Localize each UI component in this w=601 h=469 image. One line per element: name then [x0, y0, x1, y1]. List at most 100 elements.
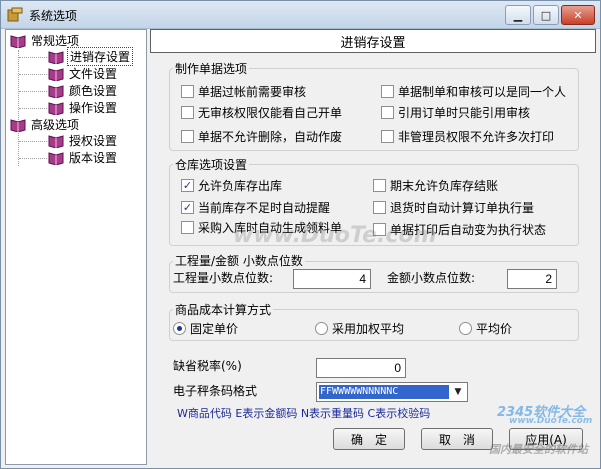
watermark-brand: 2345软件大全: [497, 405, 586, 420]
checkbox-audit-before-post[interactable]: 单据过帐前需要审核: [181, 83, 306, 100]
tree-item-label: 授权设置: [69, 134, 118, 148]
book-icon: [48, 151, 64, 165]
maximize-button[interactable]: □: [533, 5, 559, 25]
window-title: 系统选项: [29, 9, 78, 23]
close-icon: ✕: [573, 8, 583, 22]
checkbox-label: 期末允许负库存结账: [390, 179, 499, 193]
options-tree[interactable]: 常规选项 进销存设置 文件设置 颜色设置 操作设置 高级选项 授权设置 版本设置: [5, 29, 147, 465]
title-bar[interactable]: 系统选项 ▁ □ ✕: [1, 1, 600, 29]
app-icon: [7, 7, 23, 22]
tree-item-color[interactable]: 颜色设置: [48, 82, 119, 99]
checkbox-box: [381, 85, 394, 98]
tree-item-label: 进销存设置: [67, 47, 134, 66]
tree-item-version[interactable]: 版本设置: [48, 149, 119, 166]
cost-method-title: 商品成本计算方式: [173, 301, 274, 318]
checkbox-label: 单据过帐前需要审核: [198, 85, 307, 99]
checkbox-box: [181, 106, 194, 119]
cancel-button[interactable]: 取 消: [421, 428, 493, 450]
checkbox-low-stock-alert[interactable]: ✓ 当前库存不足时自动提醒: [181, 199, 330, 216]
checkbox-negative-stock-out[interactable]: ✓ 允许负库存出库: [181, 177, 282, 194]
checkbox-label: 无审核权限仅能看自己开单: [198, 106, 343, 120]
tree-group-advanced[interactable]: 高级选项: [10, 116, 81, 133]
checkbox-label: 引用订单时只能引用审核: [398, 106, 531, 120]
checkbox-label: 单据制单和审核可以是同一个人: [398, 85, 567, 99]
checkbox-own-only[interactable]: 无审核权限仅能看自己开单: [181, 104, 342, 121]
book-icon: [48, 101, 64, 115]
apply-button[interactable]: 应用(A): [509, 428, 583, 450]
tree-item-label: 文件设置: [69, 67, 118, 81]
qty-decimals-input[interactable]: [293, 269, 371, 289]
checkbox-label: 非管理员权限不允许多次打印: [398, 130, 555, 144]
checkbox-print-to-executed[interactable]: 单据打印后自动变为执行状态: [373, 221, 546, 238]
radio-circle: [315, 322, 328, 335]
tree-item-inventory[interactable]: 进销存设置: [48, 47, 134, 66]
checkbox-no-delete[interactable]: 单据不允许删除，自动作废: [181, 128, 342, 145]
tree-item-operation[interactable]: 操作设置: [48, 99, 119, 116]
checkbox-box: [181, 221, 194, 234]
book-icon: [48, 84, 64, 98]
checkbox-same-maker-auditor[interactable]: 单据制单和审核可以是同一个人: [381, 83, 566, 100]
book-icon: [48, 50, 64, 64]
doc-options-title: 制作单据选项: [173, 60, 250, 77]
checkbox-return-calc-order[interactable]: 退货时自动计算订单执行量: [373, 199, 534, 216]
checkbox-negative-period-close[interactable]: 期末允许负库存结账: [373, 177, 498, 194]
barcode-format-select[interactable]: FFWWWWWNNNNNC ▼: [316, 382, 468, 402]
radio-dot: [177, 326, 182, 331]
checkbox-label: 当前库存不足时自动提醒: [198, 201, 331, 215]
radio-fixed-price[interactable]: 固定单价: [173, 320, 238, 337]
dropdown-arrow-icon[interactable]: ▼: [450, 384, 466, 400]
radio-label: 采用加权平均: [332, 322, 405, 336]
tree-item-label: 颜色设置: [69, 84, 118, 98]
tree-item-label: 版本设置: [69, 151, 118, 165]
tax-rate-input[interactable]: [316, 358, 406, 378]
tree-group-label: 高级选项: [31, 118, 80, 132]
qty-decimals-label: 工程量小数点位数:: [173, 271, 274, 285]
checkbox-label: 单据不允许删除，自动作废: [198, 130, 343, 144]
tree-item-license[interactable]: 授权设置: [48, 132, 119, 149]
checkbox-box: [381, 130, 394, 143]
book-icon: [10, 34, 26, 48]
barcode-format-value: FFWWWWWNNNNNC: [319, 385, 449, 399]
tax-rate-label: 缺省税率(%): [173, 359, 242, 373]
section-header: 进销存设置: [150, 29, 596, 53]
decimals-title: 工程量/金额 小数点位数: [173, 252, 305, 269]
checkbox-box: [381, 106, 394, 119]
watermark-url: www.DuoTe.com: [509, 416, 593, 426]
maximize-icon: □: [540, 8, 552, 22]
amount-decimals-label: 金额小数点位数:: [387, 271, 476, 285]
minimize-icon: ▁: [513, 8, 523, 22]
radio-average-price[interactable]: 平均价: [459, 320, 512, 337]
close-button[interactable]: ✕: [561, 5, 595, 25]
checkbox-label: 单据打印后自动变为执行状态: [390, 223, 547, 237]
checkbox-label: 退货时自动计算订单执行量: [390, 201, 535, 215]
radio-label: 固定单价: [190, 322, 239, 336]
tree-item-label: 操作设置: [69, 101, 118, 115]
book-icon: [48, 134, 64, 148]
checkbox-box: ✓: [181, 201, 194, 214]
checkbox-box: [373, 223, 386, 236]
minimize-button[interactable]: ▁: [505, 5, 531, 25]
checkbox-ref-audited-only[interactable]: 引用订单时只能引用审核: [381, 104, 530, 121]
amount-decimals-input[interactable]: [507, 269, 557, 289]
checkbox-box: [181, 85, 194, 98]
checkbox-box: [373, 201, 386, 214]
tree-item-file[interactable]: 文件设置: [48, 65, 119, 82]
radio-circle: [459, 322, 472, 335]
barcode-format-label: 电子秤条码格式: [173, 384, 258, 398]
radio-label: 平均价: [476, 322, 513, 336]
book-icon: [10, 118, 26, 132]
book-icon: [48, 67, 64, 81]
checkbox-box: [181, 130, 194, 143]
section-title: 进销存设置: [340, 35, 406, 51]
radio-weighted-average[interactable]: 采用加权平均: [315, 320, 404, 337]
checkbox-auto-picking-list[interactable]: 采购入库时自动生成领料单: [181, 219, 342, 236]
ok-button[interactable]: 确 定: [333, 428, 405, 450]
checkbox-box: ✓: [181, 179, 194, 192]
checkbox-box: [373, 179, 386, 192]
barcode-legend: W商品代码 E表示金额码 N表示重量码 C表示校验码: [177, 407, 431, 420]
warehouse-title: 仓库选项设置: [173, 156, 250, 173]
radio-circle: [173, 322, 186, 335]
checkbox-label: 采购入库时自动生成领料单: [198, 221, 343, 235]
checkbox-no-multi-print[interactable]: 非管理员权限不允许多次打印: [381, 128, 554, 145]
options-window: 系统选项 ▁ □ ✕ 常规选项 进销存设置 文件设置 颜色设置 操作设置 高级选…: [0, 0, 601, 469]
